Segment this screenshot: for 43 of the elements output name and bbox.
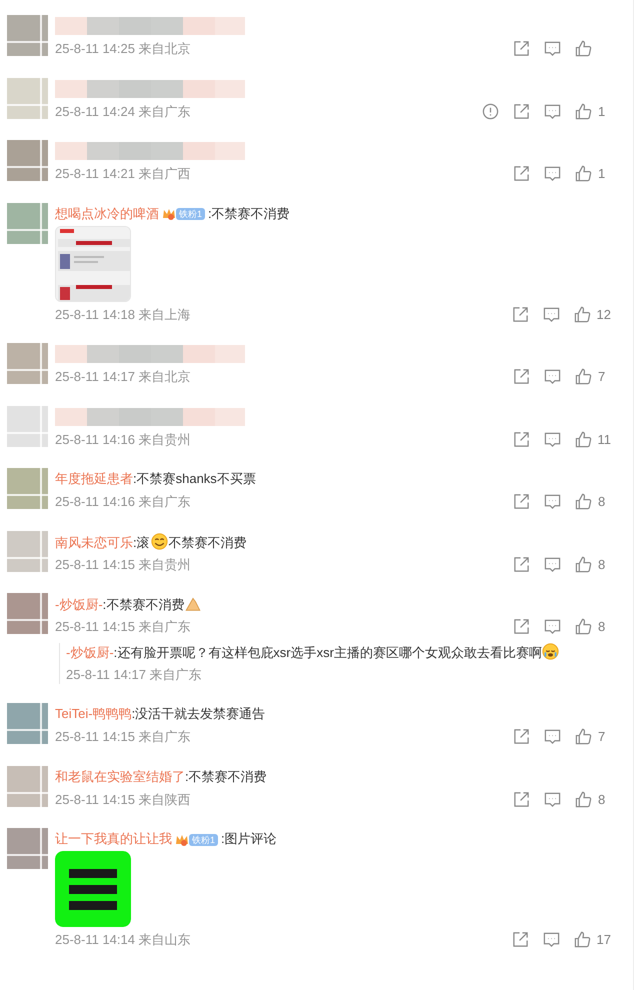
comment-time: 25-8-11 14:21 来自广西	[55, 165, 191, 183]
comment-time: 25-8-11 14:17 来自北京	[55, 368, 191, 386]
comment-time: 25-8-11 14:24 来自广东	[55, 102, 191, 120]
comment-time: 25-8-11 14:15 来自广东	[55, 728, 191, 746]
like-count: 1	[598, 102, 606, 120]
like-count: 8	[598, 790, 606, 808]
like-count: 8	[598, 618, 606, 636]
comment-text: :不禁赛不消费	[102, 597, 184, 612]
comment-time: 25-8-11 14:14 来自山东	[55, 931, 191, 949]
comment-text: :不禁赛shanks不买票	[133, 471, 256, 486]
comment-text: :还有脸开票呢？有这样包庇xsr选手xsr主播的赛区哪个女观众敢去看比赛啊	[114, 644, 542, 660]
user-name[interactable]: 想喝点冰冷的啤酒	[55, 206, 159, 220]
fan-badge: 铁粉1	[176, 208, 206, 220]
user-name[interactable]: 年度拖延患者	[55, 471, 133, 486]
comment-time: 25-8-11 14:15 来自陕西	[55, 790, 191, 808]
comment-time: 25-8-11 14:17 来自广东	[66, 666, 203, 684]
comment-time: 25-8-11 14:25 来自北京	[55, 40, 191, 58]
comment-text: :不禁赛不消费	[208, 206, 290, 220]
user-name[interactable]: 和老鼠在实验室结婚了	[55, 768, 185, 784]
user-name[interactable]: TeiTei-鸭鸭鸭	[55, 706, 132, 721]
comment-text: :滚	[133, 534, 150, 550]
comment-time: 25-8-11 14:18 来自上海	[55, 306, 191, 324]
like-count: 11	[598, 430, 611, 448]
like-count: 8	[598, 493, 606, 511]
user-name[interactable]: -炒饭厨-	[55, 597, 103, 612]
comment-time: 25-8-11 14:15 来自贵州	[55, 556, 191, 574]
user-name[interactable]: -炒饭厨-	[66, 644, 114, 660]
comment-text: :图片评论	[221, 831, 277, 846]
like-count: 8	[598, 556, 606, 574]
like-count: 17	[596, 931, 611, 949]
like-count: 7	[598, 728, 606, 746]
like-count: 7	[598, 368, 606, 386]
user-name[interactable]: 让一下我真的让让我	[55, 831, 172, 846]
fan-badge: 铁粉1	[189, 834, 218, 846]
comment-time: 25-8-11 14:16 来自贵州	[55, 430, 191, 448]
like-count: 1	[598, 165, 606, 183]
user-name[interactable]: 南风未恋可乐	[55, 534, 133, 550]
comment-text: 不禁赛不消费	[168, 534, 247, 550]
comment-time: 25-8-11 14:15 来自广东	[55, 618, 191, 636]
comment-text: :没活干就去发禁赛通告	[132, 706, 266, 721]
comment-time: 25-8-11 14:16 来自广东	[55, 493, 191, 511]
comment-text: :不禁赛不消费	[185, 768, 267, 784]
like-count: 12	[596, 306, 611, 324]
